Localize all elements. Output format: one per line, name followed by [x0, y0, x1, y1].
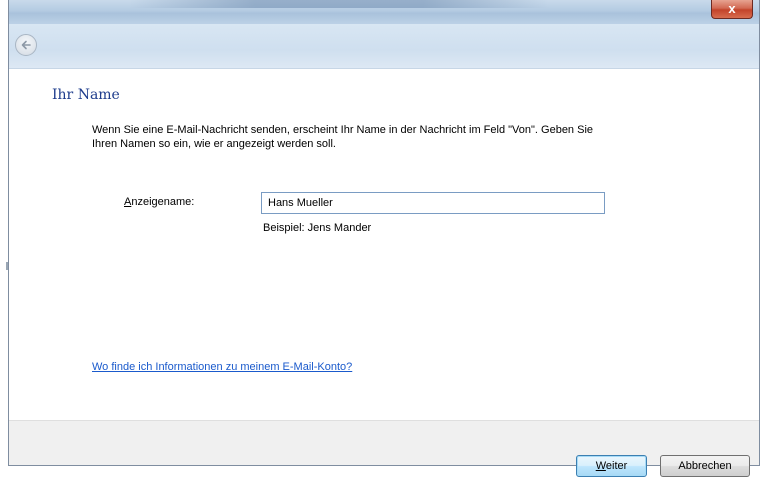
next-button[interactable]: Weiter — [576, 455, 647, 477]
back-arrow-icon — [21, 40, 31, 50]
back-button[interactable] — [15, 34, 37, 56]
title-bar: x — [9, 0, 759, 24]
next-button-accesskey: W — [595, 460, 606, 472]
title-bar-shine — [129, 0, 549, 8]
close-button[interactable]: x — [711, 0, 753, 19]
cancel-button[interactable]: Abbrechen — [660, 455, 750, 477]
account-info-link[interactable]: Wo finde ich Informationen zu meinem E-M… — [92, 361, 352, 373]
page-description: Wenn Sie eine E-Mail-Nachricht senden, e… — [92, 124, 594, 150]
page-title: Ihr Name — [52, 87, 120, 103]
display-name-label: Anzeigename: — [124, 196, 194, 208]
close-icon: x — [728, 1, 736, 16]
next-button-label: eiter — [605, 460, 628, 472]
wizard-window: x — [8, 0, 760, 466]
display-name-label-text: nzeigename: — [131, 196, 195, 208]
display-name-example: Beispiel: Jens Mander — [263, 222, 372, 234]
navigation-bar — [9, 24, 759, 69]
display-name-input[interactable] — [261, 192, 605, 214]
